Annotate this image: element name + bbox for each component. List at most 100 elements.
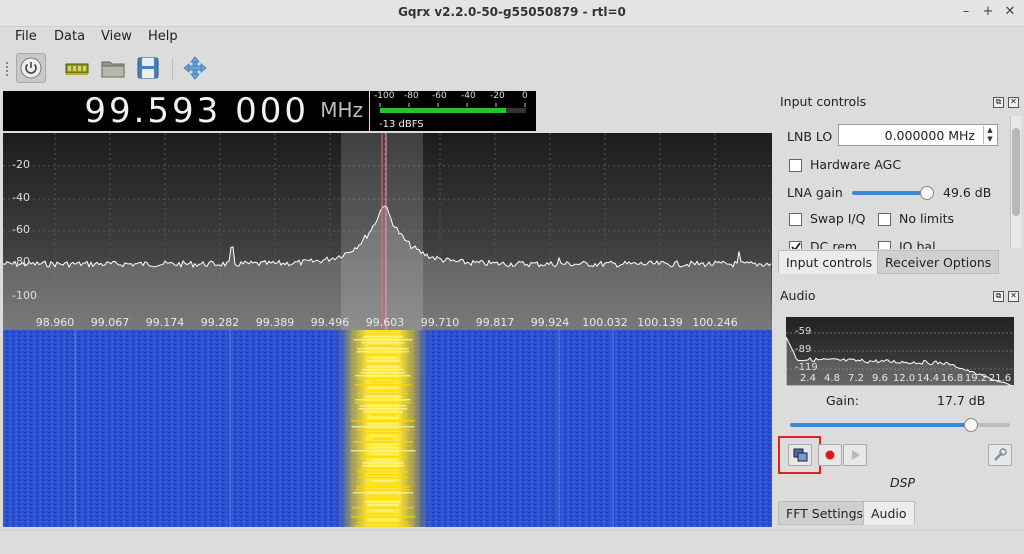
audio-options-button[interactable] — [988, 444, 1012, 466]
iq-bal-checkbox[interactable] — [878, 241, 891, 249]
dock-float-icon[interactable]: ⧉ — [993, 291, 1004, 302]
fullscreen-button[interactable] — [180, 53, 210, 83]
spectrum-x-label[interactable]: 99.389 — [245, 316, 305, 329]
waterfall-signal-line — [363, 336, 403, 338]
frequency-digits[interactable]: 99.593 000 — [84, 91, 309, 131]
open-file-button[interactable] — [98, 53, 128, 83]
spin-arrows-icon[interactable]: ▲ ▼ — [983, 126, 996, 144]
input-controls-scrollbar[interactable] — [1010, 116, 1021, 248]
dock-close-icon[interactable]: ✕ — [1008, 97, 1019, 108]
menu-view[interactable]: View — [101, 29, 132, 44]
frequency-display[interactable]: 99.593 000 MHz — [3, 91, 369, 131]
waterfall-signal-line — [357, 522, 409, 524]
audio-fft-plot[interactable]: -59 -89 -119 2.4 4.8 7.2 9.6 12.0 14.4 16.8 19.2 2… — [786, 317, 1014, 386]
record-button[interactable] — [818, 444, 842, 466]
dock-close-icon[interactable]: ✕ — [1008, 291, 1019, 302]
spectrum-x-label[interactable]: 99.496 — [300, 316, 360, 329]
spectrum-x-label[interactable]: 99.710 — [410, 316, 470, 329]
waterfall-signal — [333, 330, 433, 527]
waterfall-signal-line — [357, 471, 409, 473]
tab-audio[interactable]: Audio — [863, 501, 915, 525]
spectrum-plot[interactable]: -20 -40 -60 -80 -100 98.960 99.067 99.174 99.28… — [3, 133, 772, 330]
no-limits-checkbox[interactable] — [878, 213, 891, 226]
waterfall-signal-line — [368, 447, 398, 449]
frequency-unit: MHz — [320, 98, 363, 122]
waterfall-signal-line — [366, 360, 400, 362]
iq-bal-label: IQ bal — [899, 239, 936, 249]
menu-bar: File Data View Help — [0, 26, 1024, 48]
spectrum-x-label[interactable]: 100.246 — [685, 316, 745, 329]
close-button[interactable]: ✕ — [1002, 4, 1018, 19]
waterfall-signal-line — [360, 372, 406, 374]
waterfall-signal-line — [354, 525, 412, 527]
hardware-agc-checkbox[interactable] — [789, 159, 802, 172]
waterfall-signal-line — [362, 354, 404, 356]
waterfall-signal-line — [364, 390, 402, 392]
spectrum-y-label: -40 — [12, 191, 30, 204]
spectrum-x-label[interactable]: 99.067 — [80, 316, 140, 329]
waterfall-signal-line — [370, 435, 396, 437]
start-dsp-button[interactable] — [16, 53, 46, 83]
spectrum-x-label[interactable]: 98.960 — [25, 316, 85, 329]
audio-fft-x-label: 21.6 — [988, 373, 1012, 384]
minimize-button[interactable]: – — [958, 4, 974, 19]
waterfall-signal-line — [365, 501, 401, 503]
lnb-lo-input[interactable]: 0.000000 MHz ▲ ▼ — [838, 124, 998, 146]
scrollbar-thumb[interactable] — [1012, 128, 1020, 216]
waterfall-signal-line — [357, 378, 409, 380]
waterfall-display[interactable] — [3, 330, 772, 527]
waterfall-signal-line — [356, 429, 410, 431]
menu-help[interactable]: Help — [148, 29, 178, 44]
waterfall-signal-line — [363, 396, 403, 398]
waterfall-signal-line — [355, 399, 411, 401]
audio-gain-slider[interactable] — [790, 418, 1010, 432]
lnb-lo-value[interactable]: 0.000000 MHz — [885, 128, 975, 143]
save-settings-button[interactable] — [133, 53, 163, 83]
tab-receiver-options[interactable]: Receiver Options — [877, 250, 1000, 274]
lna-gain-slider[interactable] — [852, 186, 935, 200]
tab-input-controls[interactable]: Input controls — [778, 250, 881, 274]
waterfall-signal-line — [356, 351, 410, 353]
toolbar-grip[interactable] — [6, 62, 11, 76]
title-bar: Gqrx v2.2.0-50-g55050879 - rtl=0 – + ✕ — [0, 0, 1024, 27]
spectrum-x-label[interactable]: 99.282 — [190, 316, 250, 329]
spectrum-x-label[interactable]: 99.603 — [355, 316, 415, 329]
meter-bar-fill — [380, 108, 506, 113]
configure-device-button[interactable] — [62, 53, 92, 83]
swap-iq-label: Swap I/Q — [810, 211, 866, 226]
spectrum-x-label[interactable]: 100.032 — [575, 316, 635, 329]
waterfall-signal-line — [355, 402, 411, 404]
maximize-button[interactable]: + — [980, 4, 996, 19]
play-button[interactable] — [843, 444, 867, 466]
tab-fft-settings[interactable]: FFT Settings — [778, 501, 872, 525]
waterfall-signal-line — [355, 489, 411, 491]
spectrum-y-label: -80 — [12, 255, 30, 268]
spectrum-svg[interactable] — [3, 133, 772, 330]
spectrum-x-label[interactable]: 99.924 — [520, 316, 580, 329]
signal-meter: -100 -80 -60 -40 -20 0 -13 dBFS — [370, 91, 536, 131]
waterfall-signal-line — [350, 420, 416, 422]
audio-fft-x-label: 4.8 — [824, 373, 840, 384]
menu-file[interactable]: File — [15, 29, 37, 44]
dock-float-icon[interactable]: ⧉ — [993, 97, 1004, 108]
waterfall-signal-line — [369, 495, 397, 497]
wrench-icon — [994, 448, 1007, 461]
waterfall-signal-line — [350, 516, 416, 518]
swap-iq-checkbox[interactable] — [789, 213, 802, 226]
audio-fft-x-label: 14.4 — [916, 373, 940, 384]
spectrum-x-label[interactable]: 99.817 — [465, 316, 525, 329]
waterfall-signal-line — [367, 423, 399, 425]
waterfall-signal-line — [367, 417, 399, 419]
dc-rem-checkbox[interactable] — [789, 241, 802, 249]
waterfall-signal-line — [362, 411, 404, 413]
spectrum-x-label[interactable]: 100.139 — [630, 316, 690, 329]
menu-data[interactable]: Data — [54, 29, 85, 44]
power-icon — [20, 57, 42, 79]
spectrum-x-label[interactable]: 99.174 — [135, 316, 195, 329]
input-controls-clipped-row: DC rem IQ bal — [778, 238, 1008, 249]
waterfall-signal-line — [366, 498, 400, 500]
status-bar — [0, 530, 1024, 554]
audio-fft-x-label: 19.2 — [964, 373, 988, 384]
waterfall-svg[interactable] — [3, 330, 772, 527]
lna-gain-slider-fill — [852, 191, 927, 195]
